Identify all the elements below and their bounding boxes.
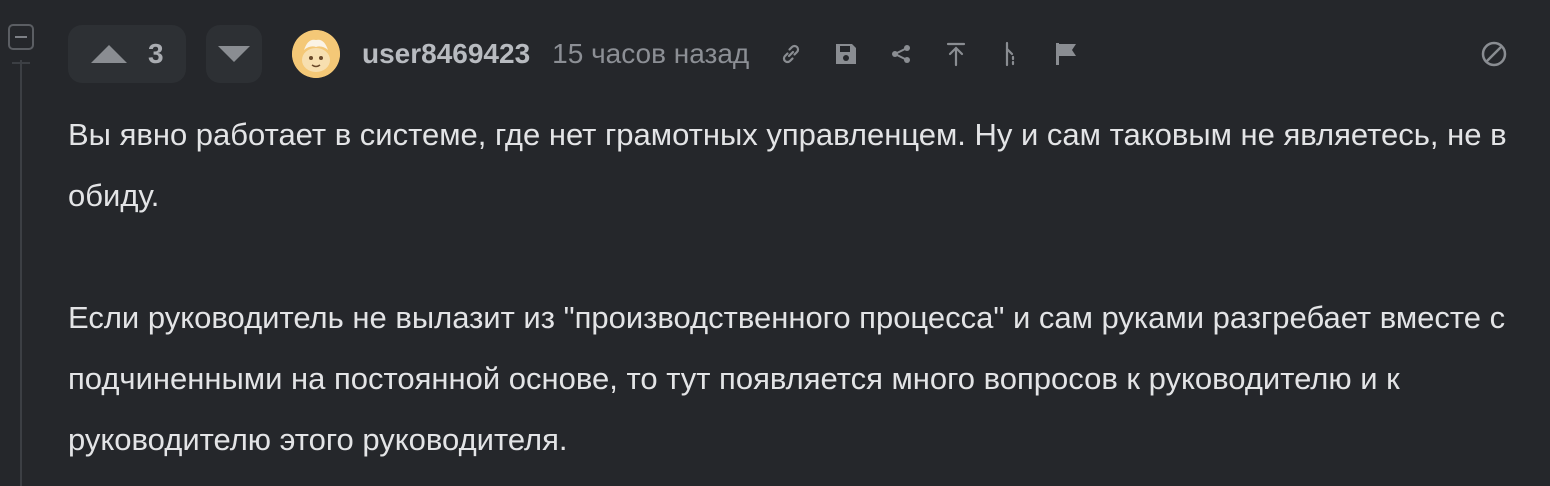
comment-actions <box>769 32 1099 76</box>
username-link[interactable]: user8469423 <box>362 38 530 70</box>
jump-to-parent-icon[interactable] <box>934 32 978 76</box>
save-icon[interactable] <box>824 32 868 76</box>
thread-line[interactable] <box>20 60 22 486</box>
avatar-image <box>292 30 340 78</box>
vote-count: 3 <box>148 38 164 69</box>
avatar[interactable] <box>292 30 340 78</box>
comment-timestamp[interactable]: 15 часов назад <box>552 38 749 70</box>
share-icon[interactable] <box>879 32 923 76</box>
triangle-down-icon <box>218 46 250 62</box>
collapse-thread-button[interactable] <box>8 24 34 50</box>
block-icon[interactable] <box>1474 34 1514 74</box>
comment-paragraph: Если руководитель не вылазит из "произво… <box>68 300 1506 457</box>
minus-icon <box>15 36 27 38</box>
upvote-button[interactable]: 3 <box>68 25 186 83</box>
comment-body: Вы явно работает в системе, где нет грам… <box>68 104 1508 470</box>
thread-icon[interactable] <box>989 32 1033 76</box>
link-icon[interactable] <box>769 32 813 76</box>
comment-paragraph: Вы явно работает в системе, где нет грам… <box>68 117 1507 213</box>
downvote-button[interactable] <box>206 25 262 83</box>
flag-icon[interactable] <box>1044 32 1088 76</box>
comment-header: 3 user8469423 15 часов назад <box>68 25 1550 83</box>
thread-line-tick <box>12 62 30 64</box>
triangle-up-icon <box>91 45 127 63</box>
